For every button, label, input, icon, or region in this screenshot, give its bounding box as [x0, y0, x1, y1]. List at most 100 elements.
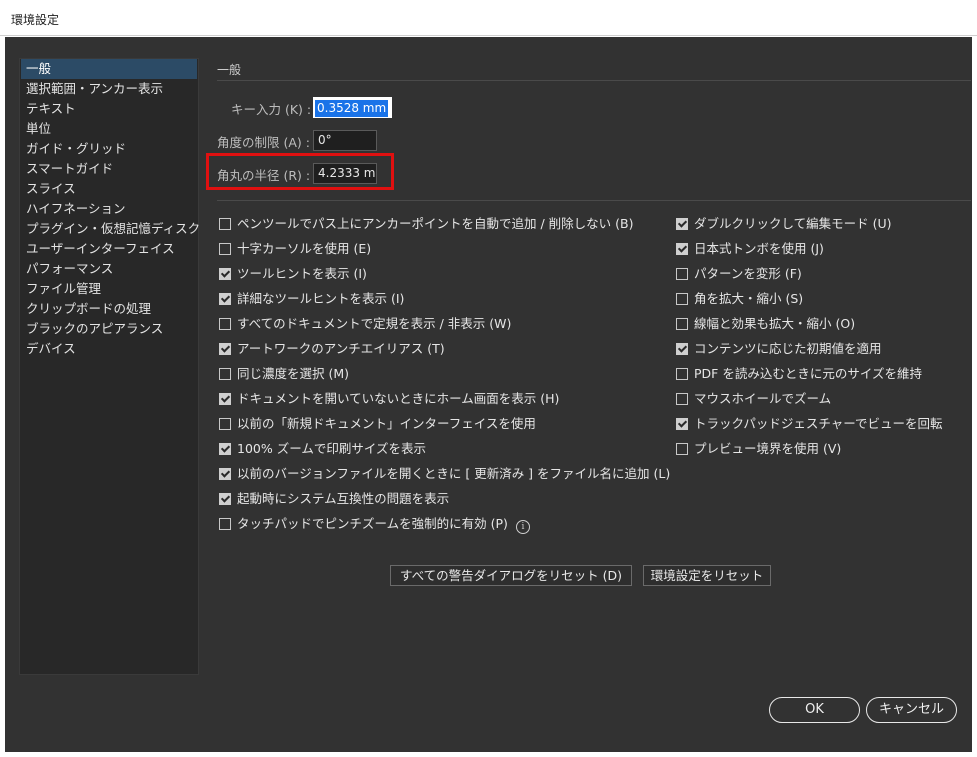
checkbox-unchecked-icon[interactable] — [676, 318, 688, 330]
reset-preferences-button[interactable]: 環境設定をリセット — [643, 565, 771, 586]
sidebar-item[interactable]: スライス — [21, 179, 197, 199]
window-title: 環境設定 — [11, 13, 60, 27]
option-checkbox[interactable]: パターンを変形 (F) — [676, 266, 802, 282]
option-checkbox[interactable]: タッチパッドでピンチズームを強制的に有効 (P) i — [219, 516, 530, 534]
section-divider — [217, 80, 971, 81]
sidebar-item[interactable]: 一般 — [21, 59, 197, 79]
checkbox-checked-icon[interactable] — [676, 418, 688, 430]
sidebar-item[interactable]: プラグイン・仮想記憶ディスク — [21, 219, 200, 239]
option-checkbox[interactable]: ダブルクリックして編集モード (U) — [676, 216, 892, 232]
option-checkbox[interactable]: 同じ濃度を選択 (M) — [219, 366, 349, 382]
option-checkbox[interactable]: 日本式トンボを使用 (J) — [676, 241, 824, 257]
option-checkbox[interactable]: プレビュー境界を使用 (V) — [676, 441, 841, 457]
option-checkbox[interactable]: 以前のバージョンファイルを開くときに [ 更新済み ] をファイル名に追加 (L… — [219, 466, 670, 482]
sidebar-item[interactable]: テキスト — [21, 99, 197, 119]
option-label: ツールヒントを表示 (I) — [237, 266, 367, 281]
option-checkbox[interactable]: ツールヒントを表示 (I) — [219, 266, 367, 282]
option-checkbox[interactable]: 角を拡大・縮小 (S) — [676, 291, 803, 307]
checkbox-unchecked-icon[interactable] — [219, 318, 231, 330]
option-label: 以前のバージョンファイルを開くときに [ 更新済み ] をファイル名に追加 (L… — [237, 466, 671, 481]
reset-warnings-button[interactable]: すべての警告ダイアログをリセット (D) — [390, 565, 632, 586]
option-label: コンテンツに応じた初期値を適用 — [694, 341, 882, 356]
option-checkbox[interactable]: コンテンツに応じた初期値を適用 — [676, 341, 882, 357]
checkbox-checked-icon[interactable] — [219, 268, 231, 280]
sidebar-item[interactable]: 単位 — [21, 119, 197, 139]
option-label: 角を拡大・縮小 (S) — [694, 291, 804, 306]
checkbox-checked-icon[interactable] — [219, 293, 231, 305]
option-label: プレビュー境界を使用 (V) — [694, 441, 842, 456]
sidebar-item[interactable]: デバイス — [21, 339, 197, 359]
checkbox-unchecked-icon[interactable] — [219, 418, 231, 430]
option-checkbox[interactable]: 十字カーソルを使用 (E) — [219, 241, 371, 257]
category-list[interactable]: 一般 選択範囲・アンカー表示 テキスト 単位 ガイド・グリッド スマートガイド スライス ハイ… — [19, 58, 200, 675]
option-checkbox[interactable]: ペンツールでパス上にアンカーポイントを自動で追加 / 削除しない (B) — [219, 216, 633, 232]
option-label: すべてのドキュメントで定規を表示 / 非表示 (W) — [237, 316, 512, 331]
option-label: ペンツールでパス上にアンカーポイントを自動で追加 / 削除しない (B) — [237, 216, 634, 231]
key-input-field[interactable]: 0.3528 mm — [313, 97, 392, 118]
sidebar-item[interactable]: ハイフネーション — [21, 199, 197, 219]
key-input-label: キー入力 (K) : — [231, 102, 312, 117]
option-checkbox[interactable]: 以前の「新規ドキュメント」インターフェイスを使用 — [219, 416, 536, 432]
sidebar-item[interactable]: ブラックのアピアランス — [21, 319, 197, 339]
sidebar-item[interactable]: パフォーマンス — [21, 259, 197, 279]
option-label: トラックパッドジェスチャーでビューを回転 — [694, 416, 943, 431]
option-checkbox[interactable]: 100% ズームで印刷サイズを表示 — [219, 441, 426, 457]
option-checkbox[interactable]: マウスホイールでズーム — [676, 391, 831, 407]
option-checkbox[interactable]: 詳細なツールヒントを表示 (I) — [219, 291, 404, 307]
option-label: パターンを変形 (F) — [694, 266, 802, 281]
options-divider — [217, 200, 971, 201]
option-checkbox[interactable]: 線幅と効果も拡大・縮小 (O) — [676, 316, 855, 332]
option-label: PDF を読み込むときに元のサイズを維持 — [694, 366, 922, 381]
option-checkbox[interactable]: トラックパッドジェスチャーでビューを回転 — [676, 416, 943, 432]
option-checkbox[interactable]: 起動時にシステム互換性の問題を表示 — [219, 491, 449, 507]
option-checkbox[interactable]: PDF を読み込むときに元のサイズを維持 — [676, 366, 922, 382]
preferences-dialog: 一般 選択範囲・アンカー表示 テキスト 単位 ガイド・グリッド スマートガイド スライス ハイ… — [5, 37, 972, 752]
option-label: 同じ濃度を選択 (M) — [237, 366, 350, 381]
sidebar-item[interactable]: ファイル管理 — [21, 279, 197, 299]
angle-limit-label: 角度の制限 (A) : — [217, 135, 310, 150]
option-checkbox[interactable]: アートワークのアンチエイリアス (T) — [219, 341, 445, 357]
cancel-button[interactable]: キャンセル — [866, 697, 957, 723]
option-label: 線幅と効果も拡大・縮小 (O) — [694, 316, 856, 331]
checkbox-checked-icon[interactable] — [676, 243, 688, 255]
checkbox-unchecked-icon[interactable] — [676, 268, 688, 280]
checkbox-checked-icon[interactable] — [219, 468, 231, 480]
checkbox-unchecked-icon[interactable] — [219, 218, 231, 230]
info-icon[interactable]: i — [515, 520, 530, 534]
checkbox-unchecked-icon[interactable] — [219, 518, 231, 530]
option-label: 日本式トンボを使用 (J) — [694, 241, 824, 256]
option-label: 十字カーソルを使用 (E) — [237, 241, 372, 256]
section-title: 一般 — [217, 63, 242, 77]
option-label: 以前の「新規ドキュメント」インターフェイスを使用 — [237, 416, 536, 431]
checkbox-unchecked-icon[interactable] — [676, 393, 688, 405]
checkbox-checked-icon[interactable] — [676, 343, 688, 355]
option-label: 詳細なツールヒントを表示 (I) — [237, 291, 405, 306]
sidebar-item[interactable]: クリップボードの処理 — [21, 299, 197, 319]
checkbox-checked-icon[interactable] — [219, 493, 231, 505]
key-input-value: 0.3528 mm — [315, 100, 389, 117]
option-label: ドキュメントを開いていないときにホーム画面を表示 (H) — [237, 391, 560, 406]
sidebar-item[interactable]: スマートガイド — [21, 159, 197, 179]
option-label: ダブルクリックして編集モード (U) — [694, 216, 892, 231]
checkbox-unchecked-icon[interactable] — [676, 293, 688, 305]
checkbox-checked-icon[interactable] — [219, 443, 231, 455]
checkbox-checked-icon[interactable] — [219, 393, 231, 405]
option-checkbox[interactable]: ドキュメントを開いていないときにホーム画面を表示 (H) — [219, 391, 559, 407]
option-label: マウスホイールでズーム — [694, 391, 832, 406]
checkbox-unchecked-icon[interactable] — [676, 443, 688, 455]
option-label: タッチパッドでピンチズームを強制的に有効 (P) — [237, 516, 508, 531]
checkbox-unchecked-icon[interactable] — [676, 368, 688, 380]
option-label: 100% ズームで印刷サイズを表示 — [237, 441, 426, 456]
checkbox-unchecked-icon[interactable] — [219, 368, 231, 380]
sidebar-item[interactable]: 選択範囲・アンカー表示 — [21, 79, 197, 99]
ok-button[interactable]: OK — [769, 697, 860, 723]
option-checkbox[interactable]: すべてのドキュメントで定規を表示 / 非表示 (W) — [219, 316, 511, 332]
option-label: 起動時にシステム互換性の問題を表示 — [237, 491, 450, 506]
angle-limit-field[interactable]: 0° — [313, 130, 377, 151]
checkbox-checked-icon[interactable] — [219, 343, 231, 355]
checkbox-checked-icon[interactable] — [676, 218, 688, 230]
option-label: アートワークのアンチエイリアス (T) — [237, 341, 445, 356]
sidebar-item[interactable]: ユーザーインターフェイス — [21, 239, 197, 259]
checkbox-unchecked-icon[interactable] — [219, 243, 231, 255]
sidebar-item[interactable]: ガイド・グリッド — [21, 139, 197, 159]
